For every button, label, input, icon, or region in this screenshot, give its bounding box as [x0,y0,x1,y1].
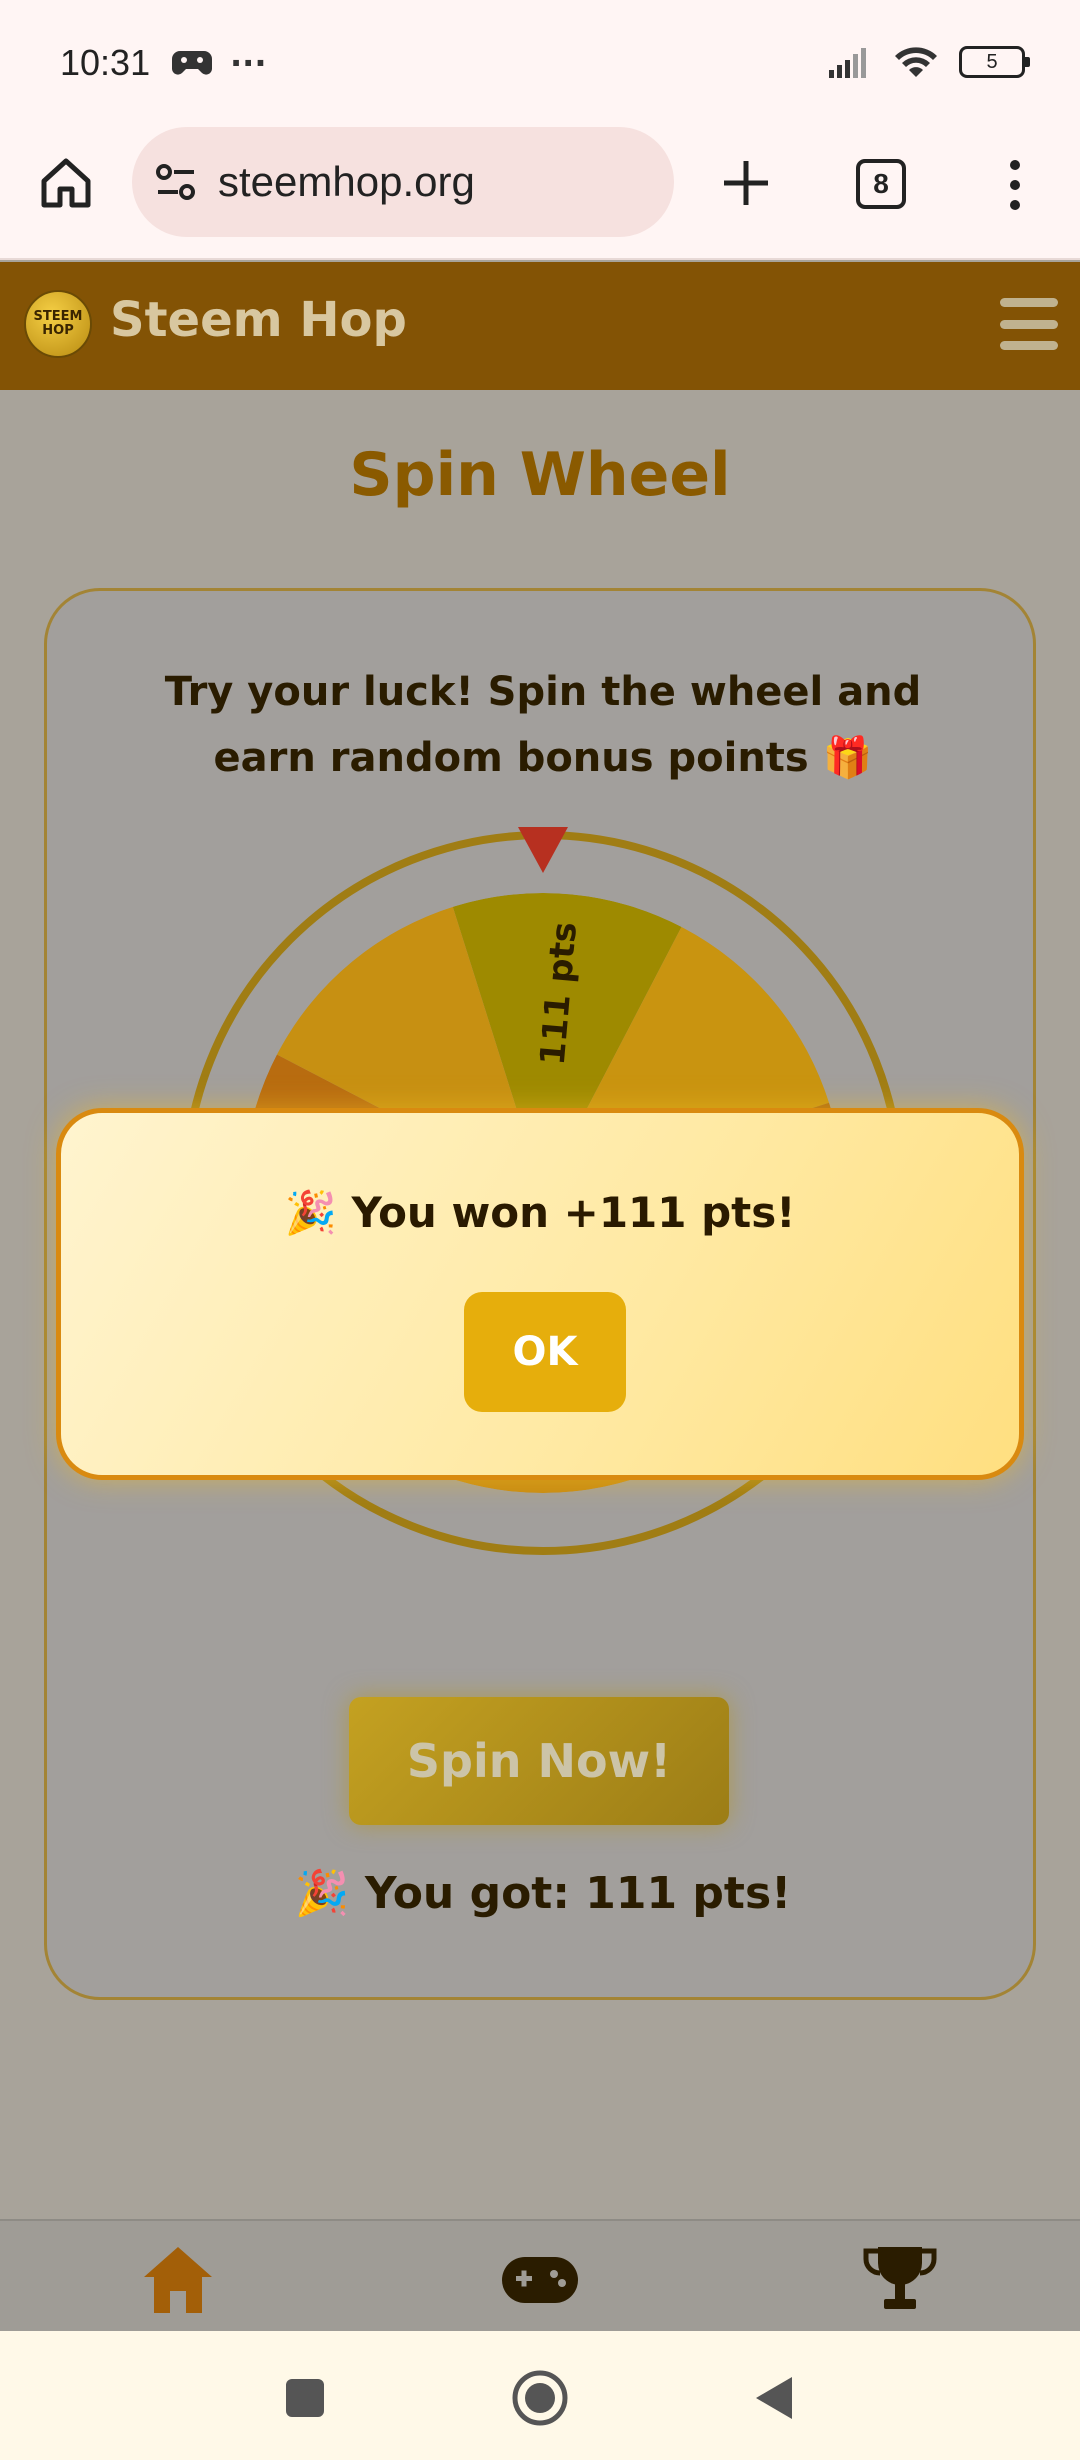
browser-toolbar: steemhop.org 8 [0,125,1080,260]
home-circle-icon[interactable] [511,2369,569,2427]
hamburger-menu-icon[interactable] [1000,298,1058,350]
site-logo[interactable]: STEEM HOP [24,290,92,358]
new-tab-icon[interactable] [718,155,774,211]
battery-icon: 5 [959,46,1030,78]
win-message: 🎉 You won +111 pts! [284,1188,796,1237]
page-title: Spin Wheel [349,440,731,510]
spin-now-button[interactable]: Spin Now! [349,1697,729,1825]
spin-result-text: 🎉 You got: 111 pts! [294,1868,792,1919]
game-controller-icon [172,51,212,75]
signal-icon [829,48,866,78]
gamepad-icon[interactable] [500,2241,580,2317]
site-title[interactable]: Steem Hop [110,292,407,348]
wifi-icon [895,47,937,77]
win-modal: 🎉 You won +111 pts! OK [56,1108,1024,1480]
home-icon[interactable] [38,155,94,211]
trophy-icon[interactable] [860,2241,940,2317]
tab-switcher-button[interactable]: 8 [856,159,906,209]
back-icon[interactable] [752,2375,796,2421]
url-text[interactable]: steemhop.org [218,158,475,206]
status-system-icons: 5 [827,44,1030,80]
ok-button[interactable]: OK [464,1292,626,1412]
status-bar: 10:31 ··· 5 [0,0,1080,125]
recents-icon[interactable] [284,2377,326,2419]
bottom-nav [0,2219,1080,2331]
more-notifications-icon: ··· [230,44,267,82]
status-notification-icons: ··· [172,44,266,82]
address-bar[interactable]: steemhop.org [132,127,674,237]
more-options-icon[interactable] [1000,157,1030,213]
site-header: STEEM HOP Steem Hop [0,262,1080,390]
site-settings-icon[interactable] [154,160,198,204]
wheel-pointer-icon [518,827,568,873]
system-nav-bar [0,2331,1080,2460]
home-icon[interactable] [138,2241,218,2317]
status-time: 10:31 [60,42,151,83]
card-description: Try your luck! Spin the wheel and earn r… [164,669,922,781]
